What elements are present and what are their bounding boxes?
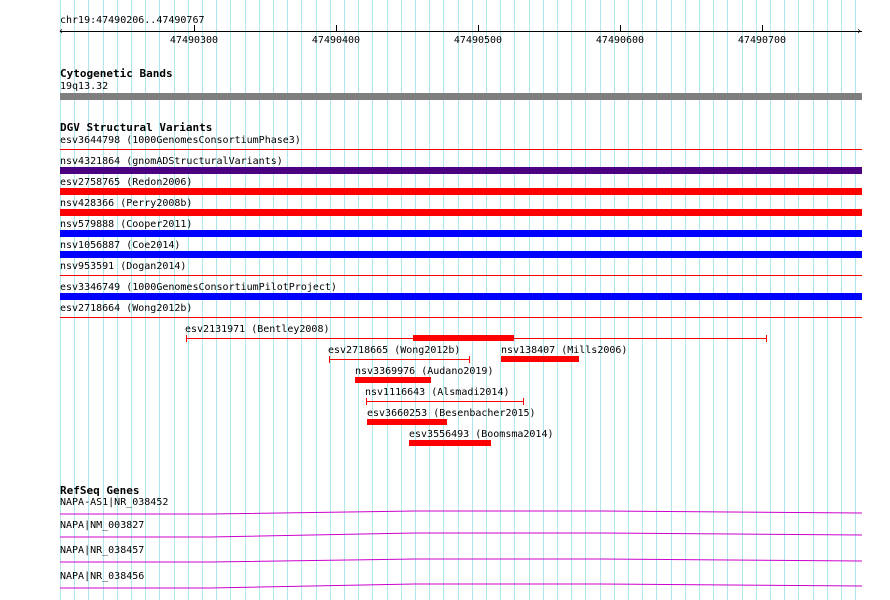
ruler-tick-label: 47490700 — [737, 35, 787, 46]
variant-end-tick — [523, 398, 524, 405]
gene-model[interactable] — [60, 581, 862, 591]
variant-feature[interactable] — [367, 419, 447, 425]
variant-feature[interactable] — [355, 377, 431, 383]
variant-feature[interactable] — [413, 335, 514, 341]
variant-label: esv2718665 (Wong2012b) — [328, 345, 461, 356]
variant-feature[interactable] — [60, 293, 862, 300]
variant-feature[interactable] — [60, 167, 862, 174]
variant-feature[interactable] — [60, 149, 862, 150]
cytoband-bar[interactable] — [60, 93, 862, 100]
ruler-tick-label: 47490500 — [453, 35, 503, 46]
variant-label: esv3644798 (1000GenomesConsortiumPhase3) — [60, 135, 301, 146]
ruler-tick — [194, 25, 195, 31]
cytoband-track-title: Cytogenetic Bands — [60, 67, 173, 80]
ruler-coordinates: chr19:47490206..47490767 — [60, 15, 205, 26]
variant-end-tick — [469, 356, 470, 363]
ruler-tick-label: 47490600 — [595, 35, 645, 46]
variant-feature[interactable] — [501, 356, 579, 362]
variant-label: nsv1116643 (Alsmadi2014) — [365, 387, 510, 398]
variant-feature[interactable] — [60, 209, 862, 216]
ruler-right-arrow-icon: › — [856, 26, 863, 37]
variant-feature[interactable] — [366, 401, 523, 402]
gene-model[interactable] — [60, 555, 862, 565]
ruler-tick — [336, 25, 337, 31]
variant-feature[interactable] — [60, 275, 862, 276]
ruler-tick-label: 47490400 — [311, 35, 361, 46]
gene-model[interactable] — [60, 530, 862, 540]
ruler-tick — [478, 25, 479, 31]
ruler-tick-label: 47490300 — [169, 35, 219, 46]
variant-feature[interactable] — [60, 230, 862, 237]
ruler-tick — [762, 25, 763, 31]
variant-end-tick — [366, 398, 367, 405]
variant-label: esv2718664 (Wong2012b) — [60, 303, 193, 314]
ruler-left-arrow-icon: ‹ — [58, 26, 65, 37]
variant-feature[interactable] — [329, 359, 469, 360]
variant-end-tick — [186, 335, 187, 342]
variant-feature[interactable] — [60, 251, 862, 258]
refseq-track-title: RefSeq Genes — [60, 484, 140, 497]
ruler-tick — [620, 25, 621, 31]
dgv-track-title: DGV Structural Variants — [60, 121, 213, 134]
variant-feature[interactable] — [60, 317, 862, 318]
variant-label: esv2131971 (Bentley2008) — [185, 324, 330, 335]
ruler[interactable] — [60, 31, 862, 32]
cytoband-label: 19q13.32 — [60, 81, 109, 92]
variant-end-tick — [766, 335, 767, 342]
variant-label: nsv953591 (Dogan2014) — [60, 261, 187, 272]
gene-model[interactable] — [60, 507, 862, 517]
variant-end-tick — [329, 356, 330, 363]
variant-feature[interactable] — [60, 188, 862, 195]
variant-feature[interactable] — [409, 440, 491, 446]
